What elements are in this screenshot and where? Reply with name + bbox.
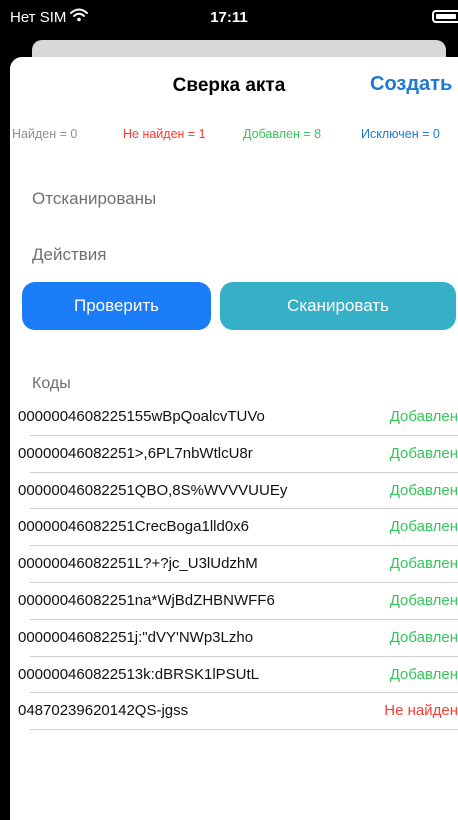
- code-row[interactable]: 00000046082251L?+?jc_U3lUdzhM Добавлен: [10, 546, 458, 583]
- code-value: 00000046082251>,6PL7nbWtlcU8r: [18, 444, 253, 462]
- stat-found: Найден = 0: [12, 127, 78, 141]
- code-row[interactable]: 00000046082251CrecBoga1lld0x6 Добавлен: [10, 509, 458, 547]
- code-status: Добавлен: [389, 481, 458, 499]
- code-row[interactable]: 000000460822513k:dBRSK1lPSUtL Добавлен: [10, 657, 458, 694]
- code-value: 000000460822513k:dBRSK1lPSUtL: [18, 665, 260, 683]
- status-bar: Нет SIM 17:11: [0, 0, 458, 44]
- battery-icon: [432, 10, 458, 23]
- code-row[interactable]: 00000046082251j:"dVY'NWp3Lzho Добавлен: [10, 620, 458, 657]
- reconciliation-sheet: Сверка акта Создать Найден = 0 Не найден…: [10, 57, 458, 820]
- section-actions: Действия: [32, 245, 107, 264]
- code-row[interactable]: 0000004608225155wBpQoalcvTUVo Добавлен: [10, 399, 458, 436]
- code-value: 00000046082251L?+?jc_U3lUdzhM: [18, 555, 258, 573]
- code-row[interactable]: 00000046082251QBO,8S%WVVVUUEy Добавлен: [10, 473, 458, 510]
- codes-list: 0000004608225155wBpQoalcvTUVo Добавлен 000…: [10, 399, 458, 731]
- code-value: 00000046082251CrecBoga1lld0x6: [18, 518, 250, 536]
- code-value: 00000046082251QBO,8S%WVVVUUEy: [18, 481, 288, 499]
- code-value: 0000004608225155wBpQoalcvTUVo: [18, 408, 265, 425]
- row-divider: [30, 729, 458, 731]
- code-status: Добавлен: [389, 444, 458, 462]
- code-value: 04870239620142QS-jgss: [18, 702, 189, 720]
- code-row[interactable]: 00000046082251na*WjBdZHBNWFF6 Добавлен: [10, 583, 458, 620]
- check-button[interactable]: Проверить: [22, 282, 211, 330]
- scan-button[interactable]: Сканировать: [220, 282, 456, 330]
- stat-excluded: Исключен = 0: [361, 127, 440, 141]
- code-value: 00000046082251na*WjBdZHBNWFF6: [18, 591, 275, 609]
- code-value: 00000046082251j:"dVY'NWp3Lzho: [18, 628, 254, 646]
- section-scanned: Отсканированы: [32, 189, 157, 208]
- code-status: Добавлен: [389, 628, 458, 646]
- code-status: Не найден: [384, 702, 458, 720]
- code-row[interactable]: 00000046082251>,6PL7nbWtlcU8r Добавлен: [10, 436, 458, 473]
- stat-not-found: Не найден = 1: [123, 127, 206, 141]
- stat-added: Добавлен = 8: [243, 127, 322, 141]
- create-button[interactable]: Создать: [370, 73, 452, 96]
- clock: 17:11: [210, 9, 248, 26]
- code-status: Добавлен: [389, 555, 458, 573]
- code-status: Добавлен: [389, 518, 458, 536]
- code-status: Добавлен: [389, 591, 458, 609]
- code-status: Добавлен: [389, 665, 458, 683]
- section-codes: Коды: [32, 375, 71, 392]
- code-status: Добавлен: [389, 408, 458, 425]
- code-row[interactable]: 04870239620142QS-jgss Не найден: [10, 693, 458, 731]
